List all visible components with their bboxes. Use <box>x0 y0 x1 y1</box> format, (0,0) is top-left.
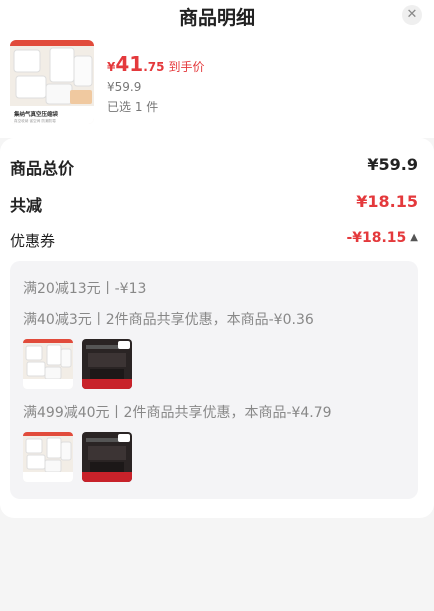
close-icon: ✕ <box>406 7 418 22</box>
price-integer: 41 <box>115 52 144 76</box>
bag-product-graphic <box>23 432 73 482</box>
discount-value: ¥18.15 <box>356 192 418 211</box>
product-image-graphic: 集纳气真空压缩袋 真空收纳 省空间 防潮防霉 <box>10 40 94 124</box>
final-price: ¥41.75 到手价 <box>107 52 204 76</box>
product-image-caption: 集纳气真空压缩袋 <box>13 110 59 118</box>
product-thumbnail[interactable] <box>82 339 132 389</box>
product-image-subcaption: 真空收纳 省空间 防潮防霉 <box>14 118 56 123</box>
price-decimal: .75 <box>143 60 165 74</box>
product-thumbnail[interactable] <box>23 339 73 389</box>
header: 商品明细 ✕ <box>0 0 434 30</box>
discount-label: 共减 <box>10 196 43 215</box>
total-price-value: ¥59.9 <box>367 155 418 174</box>
price-label: 到手价 <box>168 60 205 74</box>
coupon-detail-box: 满20减13元丨-¥13 满40减3元丨2件商品共享优惠，本商品-¥0.36 满… <box>10 261 418 499</box>
product-thumbnail[interactable] <box>82 432 132 482</box>
product-card: 集纳气真空压缩袋 真空收纳 省空间 防潮防霉 ¥41.75 到手价 ¥59.9 已… <box>0 30 434 138</box>
page-title: 商品明细 <box>178 7 255 29</box>
coupon-line-3: 满499减40元丨2件商品共享优惠，本商品-¥4.79 <box>23 405 332 421</box>
close-button[interactable]: ✕ <box>402 5 422 25</box>
coupon-value: -¥18.15 <box>346 230 407 246</box>
coupon-line-1: 满20减13元丨-¥13 <box>23 281 147 297</box>
total-price-row: 商品总价 ¥59.9 <box>10 155 418 178</box>
coupon-value-wrap: -¥18.15 ▲ <box>346 230 418 246</box>
dark-product-graphic <box>82 432 132 482</box>
coupon-line-2: 满40减3元丨2件商品共享优惠，本商品-¥0.36 <box>23 312 314 328</box>
original-price: ¥59.9 <box>107 80 142 94</box>
selected-count: 已选 1 件 <box>107 100 159 114</box>
product-thumbnail[interactable] <box>23 432 73 482</box>
coupon-row[interactable]: 优惠券 -¥18.15 ▲ <box>10 230 418 252</box>
dark-product-graphic <box>82 339 132 389</box>
coupon-label: 优惠券 <box>10 232 56 250</box>
price-breakdown-panel: 商品总价 ¥59.9 共减 ¥18.15 优惠券 -¥18.15 ▲ 满20减13… <box>0 138 434 518</box>
bag-product-graphic <box>23 339 73 389</box>
chevron-up-icon[interactable]: ▲ <box>410 232 418 243</box>
discount-row: 共减 ¥18.15 <box>10 192 418 215</box>
product-image[interactable]: 集纳气真空压缩袋 真空收纳 省空间 防潮防霉 <box>10 40 94 124</box>
total-price-label: 商品总价 <box>10 159 75 178</box>
